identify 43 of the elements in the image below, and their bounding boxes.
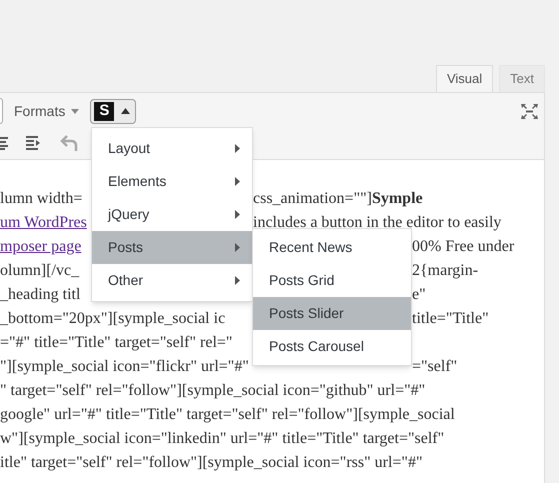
menu-item[interactable]: Posts Grid	[253, 264, 411, 297]
logo-icon: S	[94, 102, 114, 120]
text-line: google" url="#" title="Title" target="self" rel="follow"][symple_social	[0, 406, 455, 423]
formats-dropdown[interactable]: Formats	[14, 100, 80, 122]
text-line: w"][symple_social icon="linkedin" url="#" title="Title" target="self"	[0, 430, 444, 447]
text-fragment: lumn width=	[0, 190, 82, 207]
text-fragment: title="Title"	[412, 309, 489, 329]
caret-icon	[71, 108, 80, 114]
text-line: " target="self" rel="follow"][symple_social icon="github" url="#"	[0, 382, 426, 399]
submenu-arrow-icon	[235, 276, 240, 285]
editor-tab[interactable]: Text	[499, 65, 545, 92]
text-fragment: ="#" title="Title" target="self" rel="	[0, 334, 232, 351]
caret-icon	[121, 108, 130, 114]
submenu-arrow-icon	[235, 177, 240, 186]
submenu-arrow-icon	[235, 144, 240, 153]
text-fragment: e"	[412, 285, 426, 305]
text-fragment: "][symple_social icon="flickr" url="#"	[0, 358, 249, 375]
text-link[interactable]: mposer page	[0, 238, 82, 255]
fullscreen-icon[interactable]	[521, 104, 538, 118]
shortcode-button[interactable]: S	[90, 98, 136, 124]
submenu-arrow-icon	[235, 243, 240, 252]
menu-item[interactable]: jQuery	[92, 198, 252, 231]
menu-item[interactable]: Layout	[92, 132, 252, 165]
submenu-arrow-icon	[235, 210, 240, 219]
menu-item[interactable]: Recent News	[253, 231, 411, 264]
menu-item[interactable]: Posts	[92, 231, 252, 264]
editor-tab[interactable]: Visual	[436, 65, 494, 92]
text-fragment: _bottom="20px"][symple_social ic	[0, 310, 226, 327]
align-icon[interactable]	[0, 136, 8, 150]
text-link[interactable]: um WordPres	[0, 214, 87, 231]
text-fragment: olumn][/vc_	[0, 262, 80, 279]
menu-item[interactable]: Posts Carousel	[253, 330, 411, 363]
menu-item[interactable]: Other	[92, 264, 252, 297]
text-line: itle" target="self" rel="follow"][symple_social icon="rss" url="#"	[0, 454, 422, 471]
text-fragment: 00% Free under	[412, 237, 514, 257]
menu-item[interactable]: Elements	[92, 165, 252, 198]
text-fragment: css_animation=""]Symple	[253, 189, 423, 209]
text-fragment: _heading titl	[0, 286, 80, 303]
menu-item[interactable]: Posts Slider	[253, 297, 411, 330]
text-fragment: ="self"	[412, 357, 458, 377]
indent-icon[interactable]	[26, 136, 42, 150]
text-fragment: includes a button in the editor to easily	[253, 213, 502, 233]
text-fragment: 2{margin-	[412, 261, 478, 281]
